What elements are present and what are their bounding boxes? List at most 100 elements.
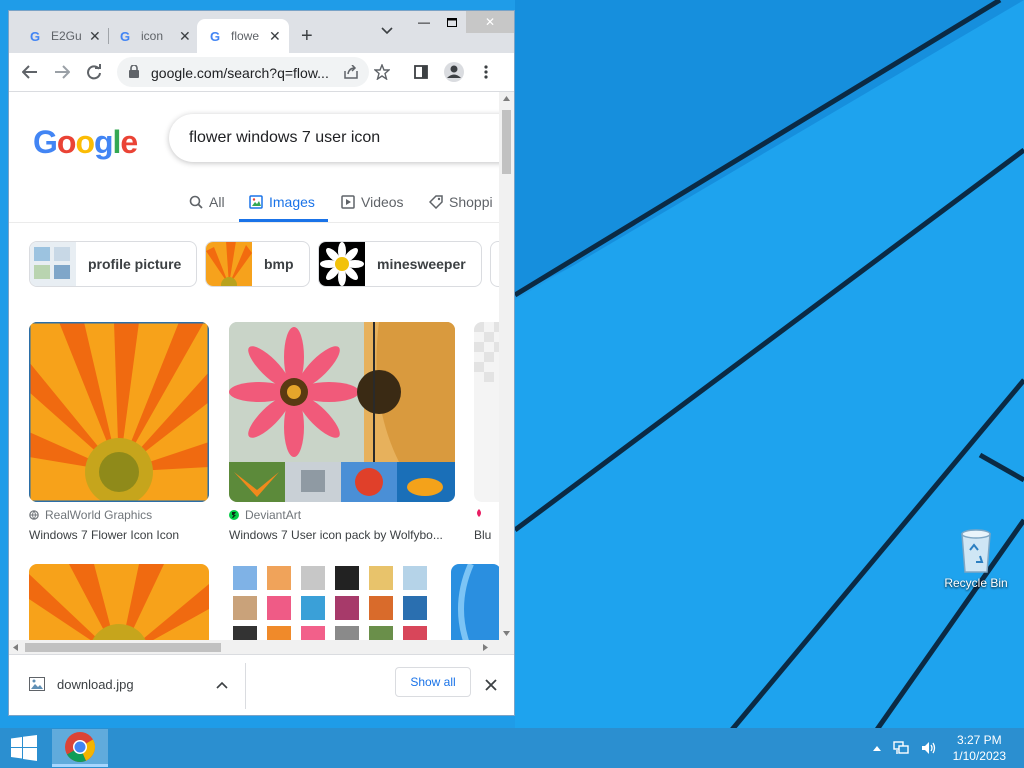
tab-label: All [209,194,225,210]
scroll-down-icon[interactable] [503,631,510,636]
tab-images[interactable]: Images [249,194,315,210]
result-source[interactable] [474,508,490,518]
download-filename[interactable]: download.jpg [57,677,134,692]
chip-minesweeper[interactable]: minesweeper [318,241,482,287]
volume-icon[interactable] [921,741,937,755]
chip-bmp[interactable]: bmp [205,241,310,287]
tab-title: icon [141,29,164,43]
tab-search-chevron-icon[interactable] [381,27,393,35]
share-icon[interactable] [343,65,359,79]
close-downloads-icon[interactable] [485,679,497,691]
horizontal-scroll-thumb[interactable] [25,643,221,652]
close-tab-icon[interactable]: ✕ [89,28,101,45]
maximize-button[interactable] [437,11,467,33]
scroll-right-icon[interactable] [483,644,488,651]
recycle-bin-icon [961,529,991,573]
result-image-orange-flower-2[interactable] [29,564,209,640]
close-window-button[interactable]: ✕ [466,11,514,33]
new-tab-button[interactable]: + [301,25,313,48]
image-icon [249,195,263,209]
show-hidden-icons-icon[interactable] [872,745,881,751]
video-play-icon [341,195,355,209]
result-image-blue[interactable] [451,564,499,640]
tab-shopping[interactable]: Shoppi [429,194,493,210]
start-button[interactable] [0,728,48,768]
chip-thumbnail [206,242,252,286]
tab-flower[interactable]: G flowe ✕ [197,19,289,53]
clock[interactable]: 3:27 PM 1/10/2023 [953,732,1006,764]
google-favicon-icon: G [210,29,220,43]
result-image-user-icon-pack[interactable] [229,322,455,502]
result-title[interactable]: Blu [474,528,499,542]
image-file-icon [29,677,45,691]
scroll-up-icon[interactable] [503,96,510,101]
show-all-button[interactable]: Show all [395,667,471,697]
vertical-scrollbar[interactable] [499,92,514,640]
source-name: RealWorld Graphics [45,508,153,522]
kebab-menu-icon[interactable] [484,65,488,79]
recycle-bin[interactable]: Recycle Bin [940,526,1012,590]
scroll-left-icon[interactable] [13,644,18,651]
tab-label: Shoppi [449,194,493,210]
taskbar-chrome[interactable] [52,729,108,767]
result-title[interactable]: Windows 7 User icon pack by Wolfybo... [229,528,449,542]
minimize-button[interactable]: — [409,11,439,33]
result-image-orange-flower[interactable] [29,322,209,502]
chip-more[interactable] [490,241,499,287]
tab-e2gu[interactable]: G E2Gu ✕ [17,19,109,53]
chrome-window: G E2Gu ✕ G icon ✕ G flowe ✕ + — ✕ google… [8,10,515,716]
taskbar: 3:27 PM 1/10/2023 [0,728,1024,768]
tab-title: E2Gu [51,29,81,43]
browser-toolbar: google.com/search?q=flow... [9,53,514,92]
tab-title: flowe [231,29,260,43]
close-tab-icon[interactable]: ✕ [269,28,281,45]
result-source[interactable]: RealWorld Graphics [29,508,152,522]
chip-thumbnail [30,242,76,286]
tab-label: Images [269,194,315,210]
forward-button[interactable] [51,61,73,83]
chrome-icon [65,731,95,762]
globe-favicon-icon [29,510,39,520]
search-query: flower windows 7 user icon [189,129,381,146]
back-arrow-icon [22,65,37,79]
profile-avatar-icon[interactable] [443,61,465,83]
maximize-icon [447,17,457,27]
reload-button[interactable] [83,61,105,83]
horizontal-scrollbar[interactable] [9,640,514,654]
svg-text:G: G [120,29,130,43]
side-panel-icon[interactable] [414,65,428,79]
vertical-scroll-thumb[interactable] [502,110,511,174]
search-input[interactable]: flower windows 7 user icon [169,114,499,162]
reload-icon [87,64,101,80]
google-logo[interactable]: Google [33,124,138,161]
google-favicon-icon: G [30,29,40,43]
address-bar[interactable]: google.com/search?q=flow... [117,57,369,87]
tab-icon[interactable]: G icon ✕ [107,19,199,53]
result-image-icon-grid[interactable] [229,564,431,640]
tab-label: Videos [361,194,404,210]
result-source[interactable]: DeviantArt [229,508,301,522]
download-separator [245,663,246,709]
tab-videos[interactable]: Videos [341,194,404,210]
chevron-up-icon[interactable] [216,681,228,689]
search-icon [189,195,203,209]
clock-date: 1/10/2023 [952,749,1006,763]
svg-text:G: G [210,29,220,43]
deviantart-favicon-icon [229,510,239,520]
bookmark-star-icon[interactable] [374,64,390,80]
active-tab-indicator [239,219,328,222]
search-results-page: Google flower windows 7 user icon All Im… [9,92,499,640]
result-title[interactable]: Windows 7 Flower Icon Icon [29,528,219,542]
windows-logo-icon [11,735,37,761]
tag-icon [429,195,443,209]
lock-icon [129,65,139,78]
back-button[interactable] [19,61,41,83]
network-icon[interactable] [892,741,909,755]
chip-label: bmp [264,256,294,272]
chip-label: minesweeper [377,256,466,272]
tab-all[interactable]: All [189,194,225,210]
chip-profile-picture[interactable]: profile picture [29,241,197,287]
result-image-partial[interactable] [474,322,499,502]
chip-label: profile picture [88,256,182,272]
close-tab-icon[interactable]: ✕ [179,28,191,45]
